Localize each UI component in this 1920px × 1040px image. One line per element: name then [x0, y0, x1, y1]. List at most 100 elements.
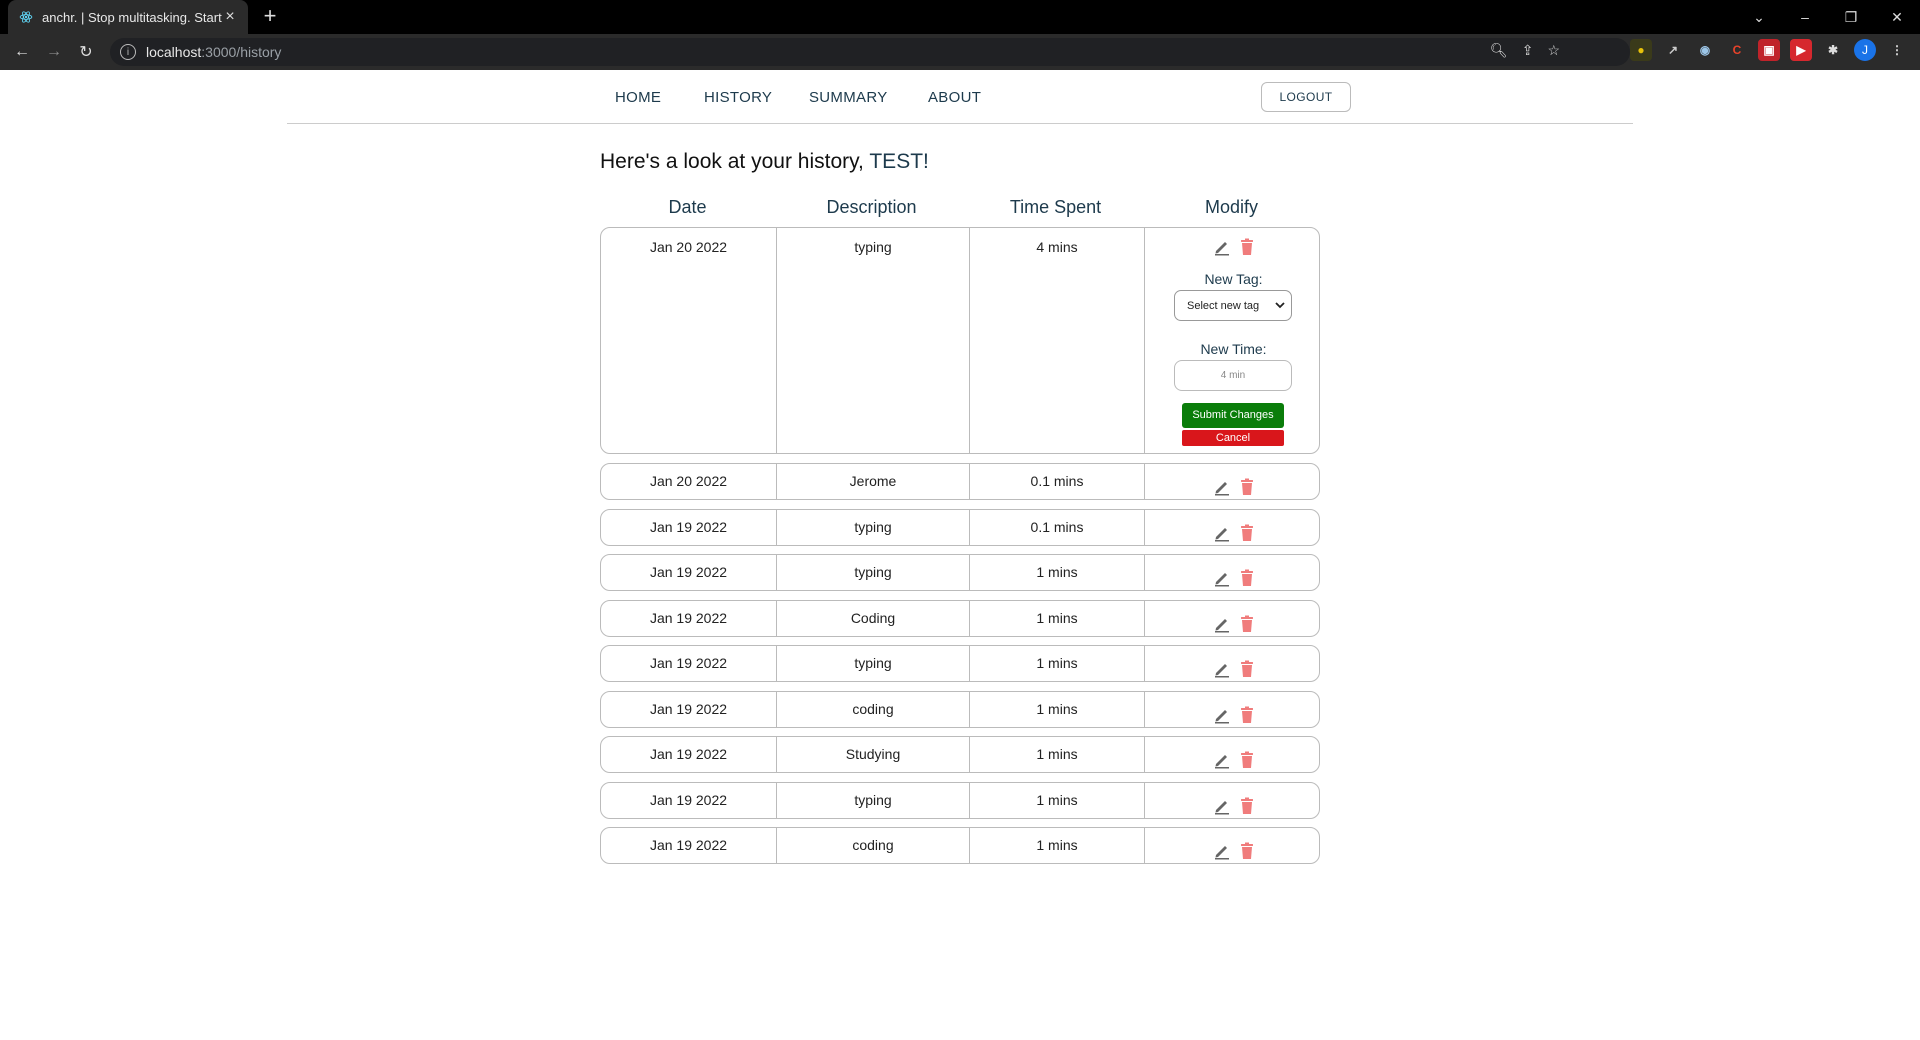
row-time-spent: 1 mins	[969, 692, 1144, 727]
back-icon[interactable]: ←	[8, 38, 36, 66]
history-row: Jan 20 2022 typing 4 mins New Tag: Selec…	[600, 227, 1320, 454]
row-time-spent: 1 mins	[969, 828, 1144, 863]
trash-icon[interactable]	[1239, 702, 1255, 737]
row-actions	[1145, 565, 1322, 600]
url-host: localhost	[146, 44, 202, 60]
trash-icon[interactable]	[1239, 656, 1255, 691]
tab-search-icon[interactable]: ⌄	[1736, 0, 1782, 34]
trash-icon[interactable]	[1239, 611, 1255, 646]
new-tag-select[interactable]: Select new tag	[1174, 290, 1292, 321]
row-time-spent: 1 mins	[969, 601, 1144, 636]
trash-icon[interactable]	[1239, 793, 1255, 828]
bookmark-star-icon[interactable]: ☆	[1547, 42, 1560, 59]
profile-avatar[interactable]: J	[1854, 39, 1876, 61]
submit-changes-button[interactable]: Submit Changes	[1182, 403, 1284, 428]
history-row: Jan 19 2022 Studying 1 mins	[600, 736, 1320, 773]
extension-5-icon[interactable]: ▣	[1758, 39, 1780, 61]
new-time-input[interactable]: 4 min	[1174, 360, 1292, 391]
row-description: typing	[776, 510, 969, 545]
browser-tab-strip: anchr. | Stop multitasking. Start f × + …	[0, 0, 1920, 34]
row-description: Coding	[776, 601, 969, 636]
edit-pencil-icon[interactable]	[1213, 611, 1231, 646]
nav-home-link[interactable]: HOME	[615, 89, 661, 106]
trash-icon[interactable]	[1239, 238, 1255, 259]
row-actions	[1145, 656, 1322, 691]
address-bar[interactable]: i localhost:3000/history	[110, 38, 1630, 66]
row-modify-cell	[1144, 737, 1321, 772]
extension-2-icon[interactable]: ↗	[1662, 39, 1684, 61]
row-actions	[1145, 474, 1322, 509]
page-title-username: TEST!	[869, 150, 929, 173]
trash-icon[interactable]	[1239, 838, 1255, 873]
history-row: Jan 19 2022 coding 1 mins	[600, 691, 1320, 728]
row-modify-cell	[1144, 692, 1321, 727]
edit-pencil-icon[interactable]	[1213, 838, 1231, 873]
url-path: :3000/history	[201, 44, 282, 60]
history-row: Jan 19 2022 typing 1 mins	[600, 645, 1320, 682]
new-tab-icon[interactable]: +	[258, 5, 282, 29]
row-time-spent: 0.1 mins	[969, 510, 1144, 545]
history-row: Jan 19 2022 typing 0.1 mins	[600, 509, 1320, 546]
row-date: Jan 19 2022	[649, 610, 728, 626]
edit-pencil-icon[interactable]	[1213, 793, 1231, 828]
nav-about-link[interactable]: ABOUT	[928, 89, 981, 106]
extension-4-icon[interactable]: C	[1726, 39, 1748, 61]
edit-pencil-icon[interactable]	[1213, 520, 1231, 555]
row-date: Jan 20 2022	[649, 239, 728, 255]
trash-icon[interactable]	[1239, 747, 1255, 782]
reload-icon[interactable]: ↻	[72, 38, 100, 66]
row-time-spent: 0.1 mins	[969, 464, 1144, 499]
row-actions	[1145, 838, 1322, 873]
minimize-icon[interactable]: –	[1782, 0, 1828, 34]
browser-tab[interactable]: anchr. | Stop multitasking. Start f ×	[8, 0, 248, 34]
zoom-icon[interactable]: 🔍︎	[1490, 42, 1508, 59]
history-row: Jan 19 2022 typing 1 mins	[600, 782, 1320, 819]
row-description: coding	[776, 828, 969, 863]
nav-summary-link[interactable]: SUMMARY	[809, 89, 888, 106]
browser-menu-icon[interactable]: ⋮	[1886, 39, 1908, 61]
row-description: typing	[776, 555, 969, 590]
row-date: Jan 19 2022	[649, 792, 728, 808]
row-modify-cell	[1144, 464, 1321, 499]
edit-pencil-icon[interactable]	[1213, 702, 1231, 737]
trash-icon[interactable]	[1239, 565, 1255, 600]
edit-pencil-icon[interactable]	[1213, 656, 1231, 691]
row-date: Jan 19 2022	[649, 564, 728, 580]
trash-icon[interactable]	[1239, 520, 1255, 555]
row-modify-cell	[1144, 510, 1321, 545]
edit-pencil-icon[interactable]	[1213, 238, 1231, 259]
logout-button[interactable]: LOGOUT	[1261, 82, 1351, 112]
row-description: typing	[776, 783, 969, 818]
row-description: coding	[776, 692, 969, 727]
row-time-spent: 1 mins	[969, 555, 1144, 590]
row-modify-cell	[1144, 646, 1321, 681]
extension-3-icon[interactable]: ◉	[1694, 39, 1716, 61]
history-row: Jan 19 2022 typing 1 mins	[600, 554, 1320, 591]
column-header-time-spent: Time Spent	[1009, 197, 1102, 217]
edit-pencil-icon[interactable]	[1213, 747, 1231, 782]
extensions-puzzle-icon[interactable]: ✱	[1822, 39, 1844, 61]
site-info-icon[interactable]: i	[120, 44, 136, 60]
row-description: Studying	[776, 737, 969, 772]
row-time-spent: 1 mins	[969, 646, 1144, 681]
extension-1-icon[interactable]: ●	[1630, 39, 1652, 61]
nav-history-link[interactable]: HISTORY	[704, 89, 772, 106]
row-actions	[1145, 238, 1322, 259]
restore-icon[interactable]: ❐	[1828, 0, 1874, 34]
share-icon[interactable]: ⇪	[1522, 42, 1534, 59]
forward-icon[interactable]: →	[40, 38, 68, 66]
tab-close-icon[interactable]: ×	[222, 8, 238, 25]
window-controls: ⌄ – ❐ ✕	[1736, 0, 1920, 34]
trash-icon[interactable]	[1239, 474, 1255, 509]
window-close-icon[interactable]: ✕	[1874, 0, 1920, 34]
edit-pencil-icon[interactable]	[1213, 474, 1231, 509]
cancel-button[interactable]: Cancel	[1182, 430, 1284, 446]
edit-pencil-icon[interactable]	[1213, 565, 1231, 600]
column-header-description: Description	[826, 197, 917, 217]
tab-title: anchr. | Stop multitasking. Start f	[42, 9, 222, 25]
extension-6-icon[interactable]: ▶	[1790, 39, 1812, 61]
history-row: Jan 20 2022 Jerome 0.1 mins	[600, 463, 1320, 500]
chevron-down-icon	[1275, 302, 1285, 309]
row-date: Jan 20 2022	[649, 473, 728, 489]
new-tag-label: New Tag:	[1204, 271, 1263, 287]
